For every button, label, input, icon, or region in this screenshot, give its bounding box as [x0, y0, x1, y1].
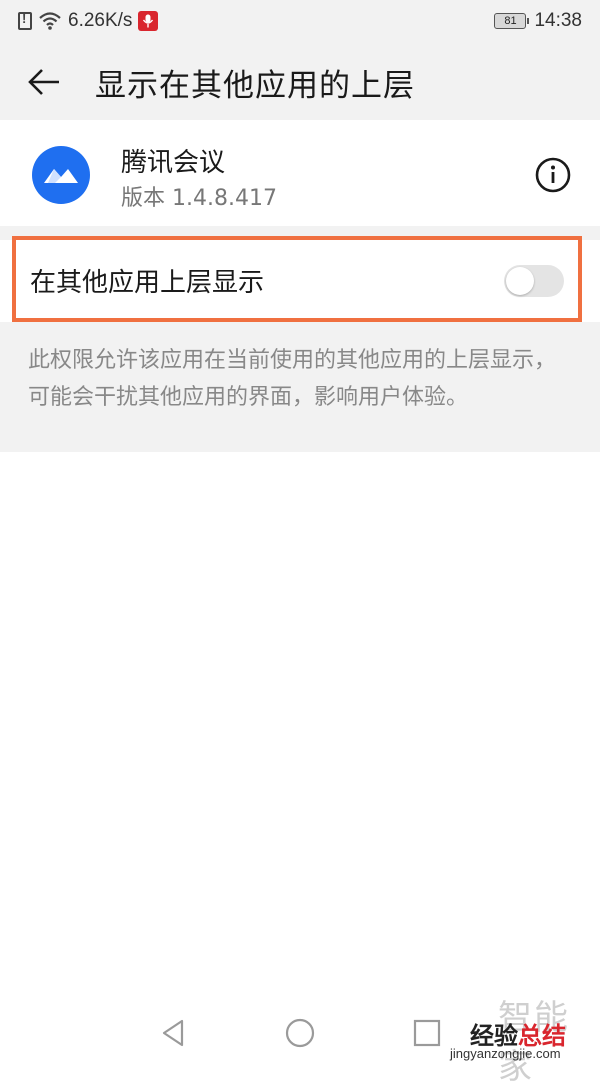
nav-recents-button[interactable]	[410, 1016, 444, 1050]
nav-back-button[interactable]	[156, 1016, 190, 1050]
wifi-icon	[39, 12, 61, 30]
app-info-row: 腾讯会议 版本 1.4.8.417	[0, 120, 600, 226]
app-version: 版本 1.4.8.417	[121, 186, 277, 211]
status-bar: 6.26K/s 81 14:38	[0, 0, 600, 42]
triangle-back-icon	[162, 1019, 184, 1047]
sim-alert-icon	[18, 11, 32, 30]
status-left: 6.26K/s	[18, 0, 159, 42]
overlay-permission-switch[interactable]	[504, 265, 564, 297]
info-icon	[535, 157, 571, 193]
arrow-left-icon	[28, 69, 59, 95]
nav-home-button[interactable]	[283, 1016, 317, 1050]
back-button[interactable]	[22, 62, 66, 102]
battery-icon: 81	[494, 13, 530, 29]
title-bar: 显示在其他应用的上层	[0, 42, 600, 120]
overlay-permission-row[interactable]: 在其他应用上层显示	[12, 236, 582, 322]
overlay-permission-label: 在其他应用上层显示	[30, 268, 265, 298]
permission-description: 此权限允许该应用在当前使用的其他应用的上层显示，可能会干扰其他应用的界面，影响用…	[28, 348, 557, 410]
app-info-button[interactable]	[534, 156, 572, 194]
tencent-meeting-logo-icon	[32, 146, 90, 204]
network-speed: 6.26K/s	[68, 10, 133, 31]
status-right: 81 14:38	[494, 0, 582, 42]
app-name: 腾讯会议	[121, 148, 226, 178]
clock: 14:38	[534, 10, 582, 31]
permission-description-area: 此权限允许该应用在当前使用的其他应用的上层显示，可能会干扰其他应用的界面，影响用…	[0, 322, 600, 452]
square-recents-icon	[413, 1019, 441, 1047]
page-title: 显示在其他应用的上层	[95, 68, 415, 104]
circle-home-icon	[285, 1018, 315, 1048]
mic-recording-icon	[138, 11, 159, 31]
watermark-url: jingyanzongjie.com	[450, 1046, 561, 1061]
switch-knob	[506, 267, 534, 295]
battery-level: 81	[504, 15, 517, 27]
